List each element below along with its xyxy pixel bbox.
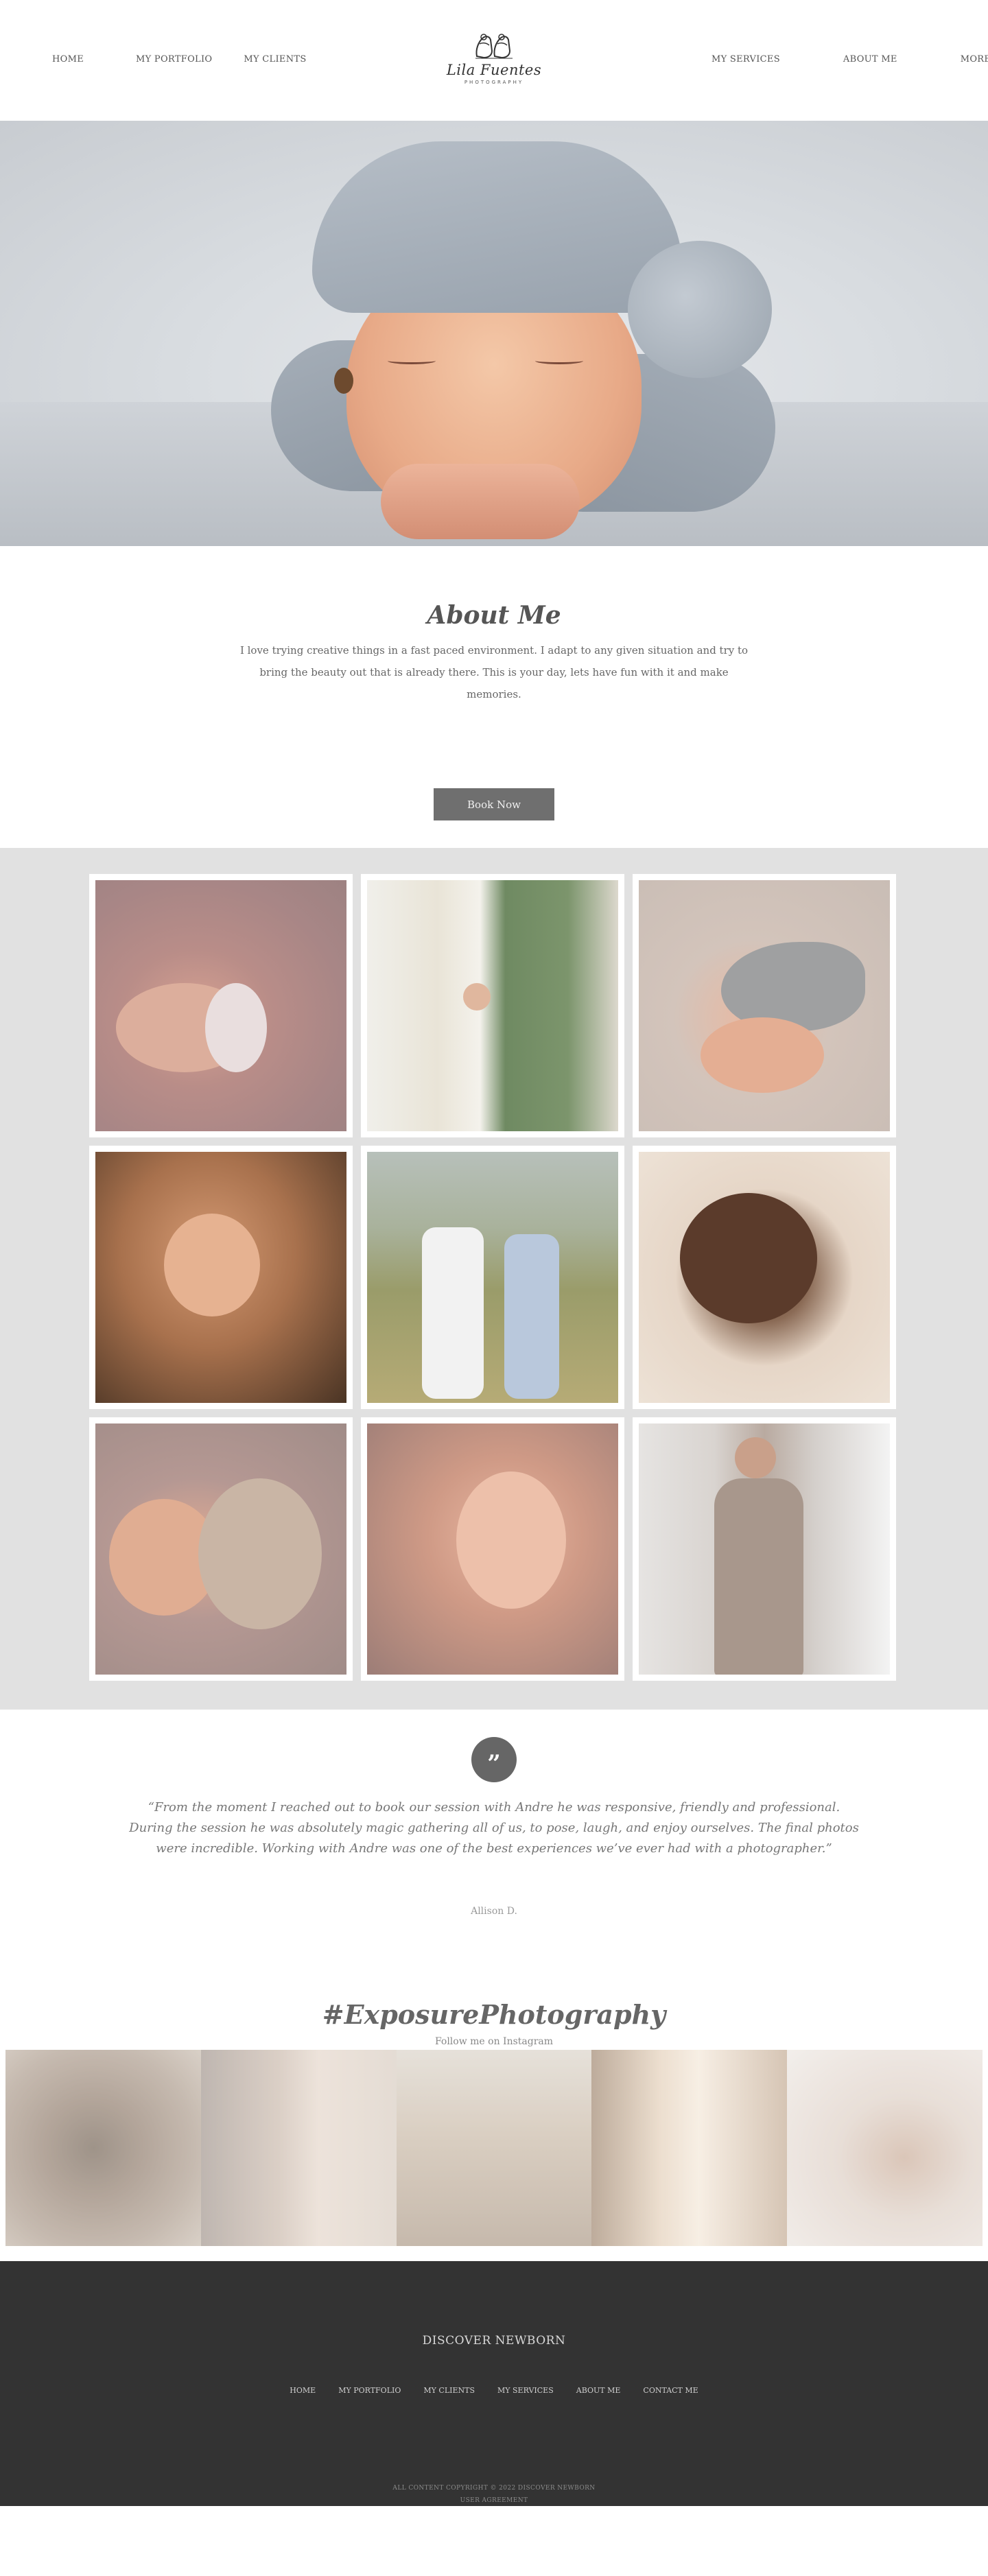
footer-title: DISCOVER NEWBORN — [422, 2334, 566, 2348]
hero-pompom — [628, 241, 772, 378]
instagram-hashtag[interactable]: #ExposurePhotography — [0, 1999, 988, 2030]
nav-portfolio-link[interactable]: MY PORTFOLIO — [136, 54, 212, 64]
footer-contact-link[interactable]: CONTACT ME — [643, 2386, 698, 2395]
gallery-tile[interactable] — [361, 874, 624, 1137]
book-now-button[interactable]: Book Now — [434, 788, 554, 820]
baby-shoes-icon — [475, 34, 513, 59]
primary-nav-right: MY SERVICES ABOUT ME MORE — [711, 54, 988, 64]
sleeping-baby-on-blanket-photo — [639, 1152, 890, 1403]
parent-hands-holding-baby-feet-photo — [95, 1152, 346, 1403]
gallery-tile[interactable] — [89, 1146, 353, 1409]
testimonial-quote: “From the moment I reached out to book o… — [129, 1800, 859, 1856]
gallery-tile[interactable] — [361, 1417, 624, 1681]
instagram-subtitle[interactable]: Follow me on Instagram — [0, 2036, 988, 2047]
about-title: About Me — [427, 601, 561, 630]
nav-more-link[interactable]: MORE — [961, 54, 988, 64]
expecting-couple-holding-hands-photo — [367, 880, 618, 1131]
gallery-grid — [89, 874, 896, 1681]
hero-knit-hat — [312, 141, 683, 313]
nav-more-dropdown[interactable]: MORE — [961, 54, 988, 64]
nav-services-link[interactable]: MY SERVICES — [711, 54, 780, 64]
quote-icon: ” — [471, 1737, 517, 1782]
logo-name: Lila Fuentes — [446, 62, 542, 78]
pregnant-woman-by-window-photo — [639, 1423, 890, 1675]
hero-eye-right — [535, 357, 583, 364]
instagram-section: #ExposurePhotography Follow me on Instag… — [0, 1970, 988, 2261]
user-agreement-link[interactable]: USER AGREEMENT — [0, 2494, 988, 2507]
footer-portfolio-link[interactable]: MY PORTFOLIO — [338, 2386, 401, 2395]
nav-home-link[interactable]: HOME — [52, 54, 84, 64]
hero-hands — [381, 464, 580, 539]
copyright-text: ALL CONTENT COPYRIGHT © 2022 DISCOVER NE… — [0, 2482, 988, 2507]
bride-with-flower-crown-photo[interactable] — [787, 2050, 983, 2246]
footer-clients-link[interactable]: MY CLIENTS — [423, 2386, 475, 2395]
hero-hat-button — [334, 368, 353, 394]
newborn-in-knit-wrap-photo — [95, 1423, 346, 1675]
portfolio-gallery — [0, 848, 988, 1710]
logo-subtitle: PHOTOGRAPHY — [464, 80, 524, 85]
hero-eye-left — [388, 357, 436, 364]
site-header: HOME MY PORTFOLIO MY CLIENTS Lila Fuente… — [0, 0, 988, 121]
footer-about-link[interactable]: ABOUT ME — [576, 2386, 621, 2395]
nav-about-link[interactable]: ABOUT ME — [843, 54, 897, 64]
hero-image — [0, 121, 988, 546]
footer-nav: HOME MY PORTFOLIO MY CLIENTS MY SERVICES… — [0, 2386, 988, 2395]
baby-hand-gripping-finger-photo — [367, 1423, 618, 1675]
about-text: I love trying creative things in a fast … — [239, 644, 749, 700]
instagram-feed — [5, 2050, 983, 2246]
primary-nav-left: HOME MY PORTFOLIO MY CLIENTS — [52, 54, 307, 64]
site-logo[interactable]: Lila Fuentes PHOTOGRAPHY — [446, 30, 542, 85]
gallery-tile[interactable] — [89, 874, 353, 1137]
gallery-tile[interactable] — [361, 1146, 624, 1409]
couple-in-field-photo — [367, 1152, 618, 1403]
newborn-with-bunny-toy-photo — [95, 880, 346, 1131]
gallery-tile[interactable] — [633, 1417, 896, 1681]
site-footer: DISCOVER NEWBORN HOME MY PORTFOLIO MY CL… — [0, 2261, 988, 2506]
couple-feet-walking-photo[interactable] — [396, 2050, 592, 2246]
couple-through-slats-photo[interactable] — [591, 2050, 788, 2246]
rings-and-flowers-photo[interactable] — [5, 2050, 201, 2246]
smiling-bearded-man-photo[interactable] — [200, 2050, 397, 2246]
nav-clients-link[interactable]: MY CLIENTS — [244, 54, 306, 64]
copyright-line: ALL CONTENT COPYRIGHT © 2022 DISCOVER NE… — [392, 2485, 596, 2492]
testimonial-section: ” “From the moment I reached out to book… — [0, 1710, 988, 1970]
gallery-tile[interactable] — [89, 1417, 353, 1681]
gallery-tile[interactable] — [633, 874, 896, 1137]
testimonial-author: Allison D. — [471, 1906, 517, 1917]
footer-services-link[interactable]: MY SERVICES — [497, 2386, 554, 2395]
sleeping-newborn-grey-hat-photo — [639, 880, 890, 1131]
footer-home-link[interactable]: HOME — [290, 2386, 316, 2395]
about-section: About Me I love trying creative things i… — [0, 546, 988, 848]
gallery-tile[interactable] — [633, 1146, 896, 1409]
